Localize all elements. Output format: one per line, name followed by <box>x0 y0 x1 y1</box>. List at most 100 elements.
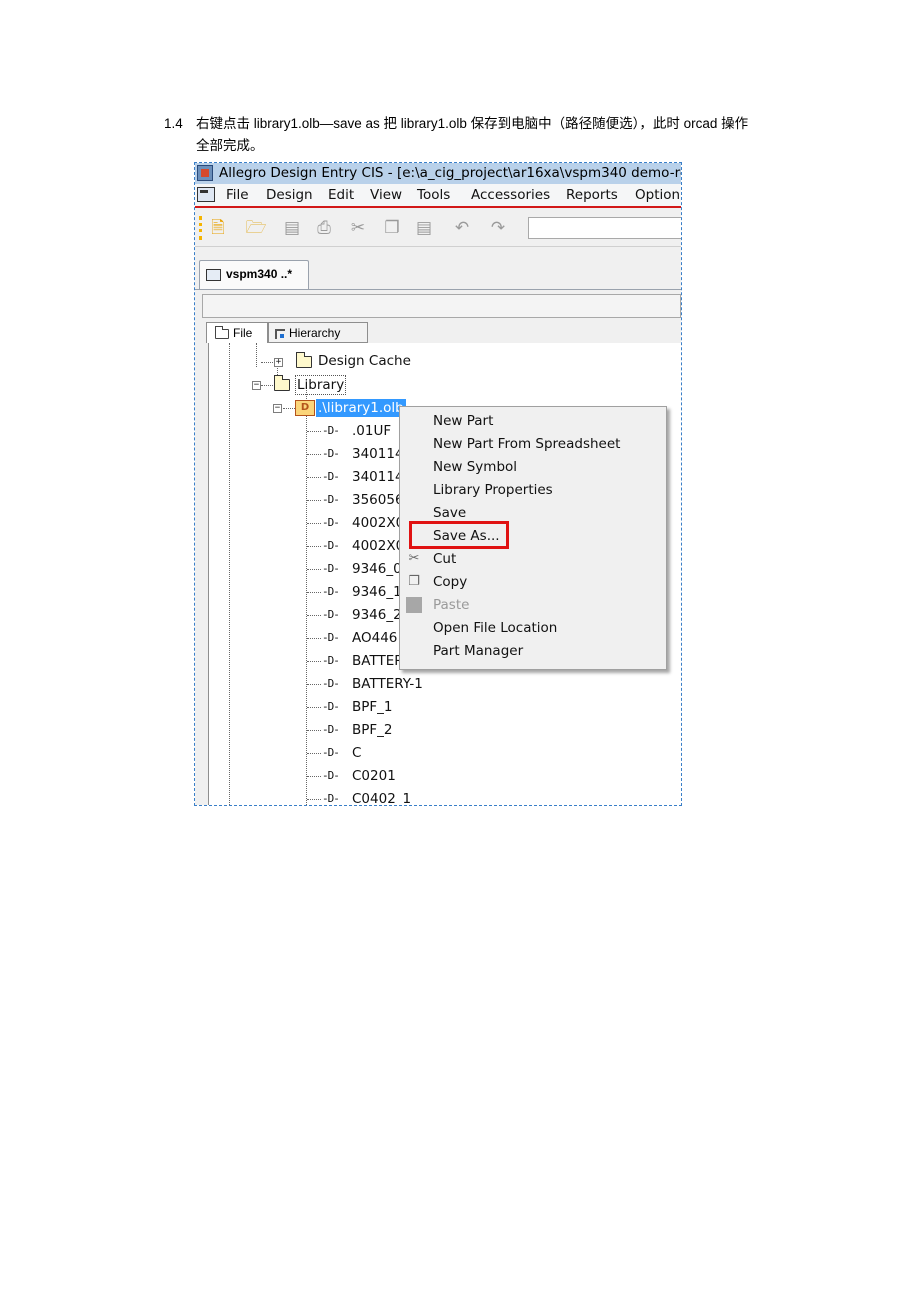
part-icon: -D- <box>322 792 340 805</box>
part-icon: -D- <box>322 562 340 575</box>
tree-item-part[interactable]: C <box>352 744 361 762</box>
part-icon: -D- <box>322 470 340 483</box>
tree-line <box>307 638 321 639</box>
part-icon: -D- <box>322 608 340 621</box>
tree-item-part[interactable]: AO446 <box>352 629 397 647</box>
tree-line <box>307 684 321 685</box>
tab-document[interactable]: vspm340 ..* <box>199 260 309 289</box>
window-title: Allegro Design Entry CIS - [e:\a_cig_pro… <box>219 165 681 181</box>
tree-item-part[interactable]: 9346_1 <box>352 583 402 601</box>
document-tab-label: vspm340 ..* <box>226 267 293 281</box>
tree-line <box>307 615 321 616</box>
tab-file-label: File <box>233 326 253 340</box>
tree-line <box>307 592 321 593</box>
tree-line <box>307 454 321 455</box>
menu-item-part-manager[interactable]: Part Manager <box>433 640 523 662</box>
menu-tools[interactable]: Tools <box>417 184 450 206</box>
project-icon <box>206 269 221 281</box>
collapse-toggle[interactable]: − <box>252 381 261 390</box>
tree-item-part[interactable]: C0201 <box>352 767 396 785</box>
toolbar: 🗎 🗁 ▤ ⎙ ✂ ❐ ▤ ↶ ↷ <box>195 208 681 247</box>
new-file-icon[interactable]: 🗎 <box>207 217 229 239</box>
menu-item-paste[interactable]: Paste <box>433 594 469 616</box>
menu-reports[interactable]: Reports <box>566 184 618 206</box>
cut-icon[interactable]: ✂ <box>347 217 369 239</box>
tree-line <box>307 546 321 547</box>
paste-icon[interactable]: ▤ <box>413 217 435 239</box>
save-as-highlight-box <box>409 521 509 549</box>
tree-line <box>261 385 273 386</box>
part-icon: -D- <box>322 585 340 598</box>
tree-line <box>307 569 321 570</box>
tree-item-library[interactable]: Library <box>295 375 347 395</box>
tree-line <box>307 477 321 478</box>
menu-item-cut[interactable]: Cut <box>433 548 456 570</box>
step-number: 1.4 <box>164 116 183 131</box>
tree-item-part[interactable]: 4002X0 <box>352 514 404 532</box>
tree-item-part[interactable]: 340114 <box>352 445 404 463</box>
tree-line <box>307 753 321 754</box>
part-icon: -D- <box>322 723 340 736</box>
document-menu-icon[interactable] <box>197 187 215 202</box>
tree-item-part[interactable]: C0402_1 <box>352 790 411 805</box>
tree-item-part[interactable]: BPF_1 <box>352 698 393 716</box>
menu-view[interactable]: View <box>370 184 402 206</box>
undo-icon[interactable]: ↶ <box>451 217 473 239</box>
menu-bar: File Design Edit View Tools Accessories … <box>195 184 681 208</box>
tree-item-part[interactable]: 340114 <box>352 468 404 486</box>
tree-line <box>307 431 321 432</box>
tree-item-part[interactable]: .01UF <box>352 422 391 440</box>
menu-item-new-symbol[interactable]: New Symbol <box>433 456 517 478</box>
menu-item-new-part[interactable]: New Part <box>433 410 493 432</box>
tree-item-part[interactable]: BPF_2 <box>352 721 393 739</box>
print-icon[interactable]: ⎙ <box>313 217 335 239</box>
tree-line <box>307 500 321 501</box>
part-icon: -D- <box>322 677 340 690</box>
part-icon: -D- <box>322 447 340 460</box>
app-icon <box>197 165 213 181</box>
menu-options[interactable]: Option <box>635 184 680 206</box>
menu-edit[interactable]: Edit <box>328 184 354 206</box>
tree-line <box>307 707 321 708</box>
expand-toggle[interactable]: + <box>274 358 283 367</box>
open-folder-icon[interactable]: 🗁 <box>245 217 267 239</box>
menu-accessories[interactable]: Accessories <box>471 184 550 206</box>
part-icon: -D- <box>322 769 340 782</box>
redo-icon[interactable]: ↷ <box>487 217 509 239</box>
library-file-icon: D <box>295 400 315 416</box>
tree-item-part[interactable]: 9346_2 <box>352 606 402 624</box>
tree-item-part[interactable]: 9346_0 <box>352 560 402 578</box>
folder-icon <box>295 352 312 368</box>
tree-item-part[interactable]: 4002X0 <box>352 537 404 555</box>
tree-item-design-cache[interactable]: Design Cache <box>318 352 411 370</box>
menu-design[interactable]: Design <box>266 184 313 206</box>
toolbar-grip[interactable] <box>199 216 205 240</box>
tab-hierarchy[interactable]: Hierarchy <box>268 322 368 343</box>
title-bar: Allegro Design Entry CIS - [e:\a_cig_pro… <box>195 163 681 184</box>
folder-icon <box>215 325 229 339</box>
part-icon: -D- <box>322 539 340 552</box>
part-icon: -D- <box>322 424 340 437</box>
save-icon[interactable]: ▤ <box>281 217 303 239</box>
menu-item-open-file-location[interactable]: Open File Location <box>433 617 557 639</box>
menu-item-copy[interactable]: Copy <box>433 571 467 593</box>
tree-item-part[interactable]: BATTER <box>352 652 404 670</box>
menu-file[interactable]: File <box>226 184 249 206</box>
tab-file[interactable]: File <box>206 322 268 343</box>
part-icon: -D- <box>322 516 340 529</box>
scissors-icon: ✂ <box>408 551 420 566</box>
tree-line <box>229 343 230 805</box>
toolbar-combo-box[interactable] <box>528 217 681 239</box>
menu-item-library-properties[interactable]: Library Properties <box>433 479 553 501</box>
tab-divider <box>195 289 681 290</box>
collapse-toggle[interactable]: − <box>273 404 282 413</box>
part-icon: -D- <box>322 746 340 759</box>
tree-item-library-file[interactable]: .\library1.olb <box>316 399 406 417</box>
tree-item-part[interactable]: 356056 <box>352 491 404 509</box>
tree-line <box>306 387 307 805</box>
folder-icon <box>273 375 290 391</box>
tree-item-part[interactable]: BATTERY-1 <box>352 675 423 693</box>
tree-line <box>256 343 257 367</box>
copy-icon[interactable]: ❐ <box>381 217 403 239</box>
menu-item-new-part-from-spreadsheet[interactable]: New Part From Spreadsheet <box>433 433 620 455</box>
